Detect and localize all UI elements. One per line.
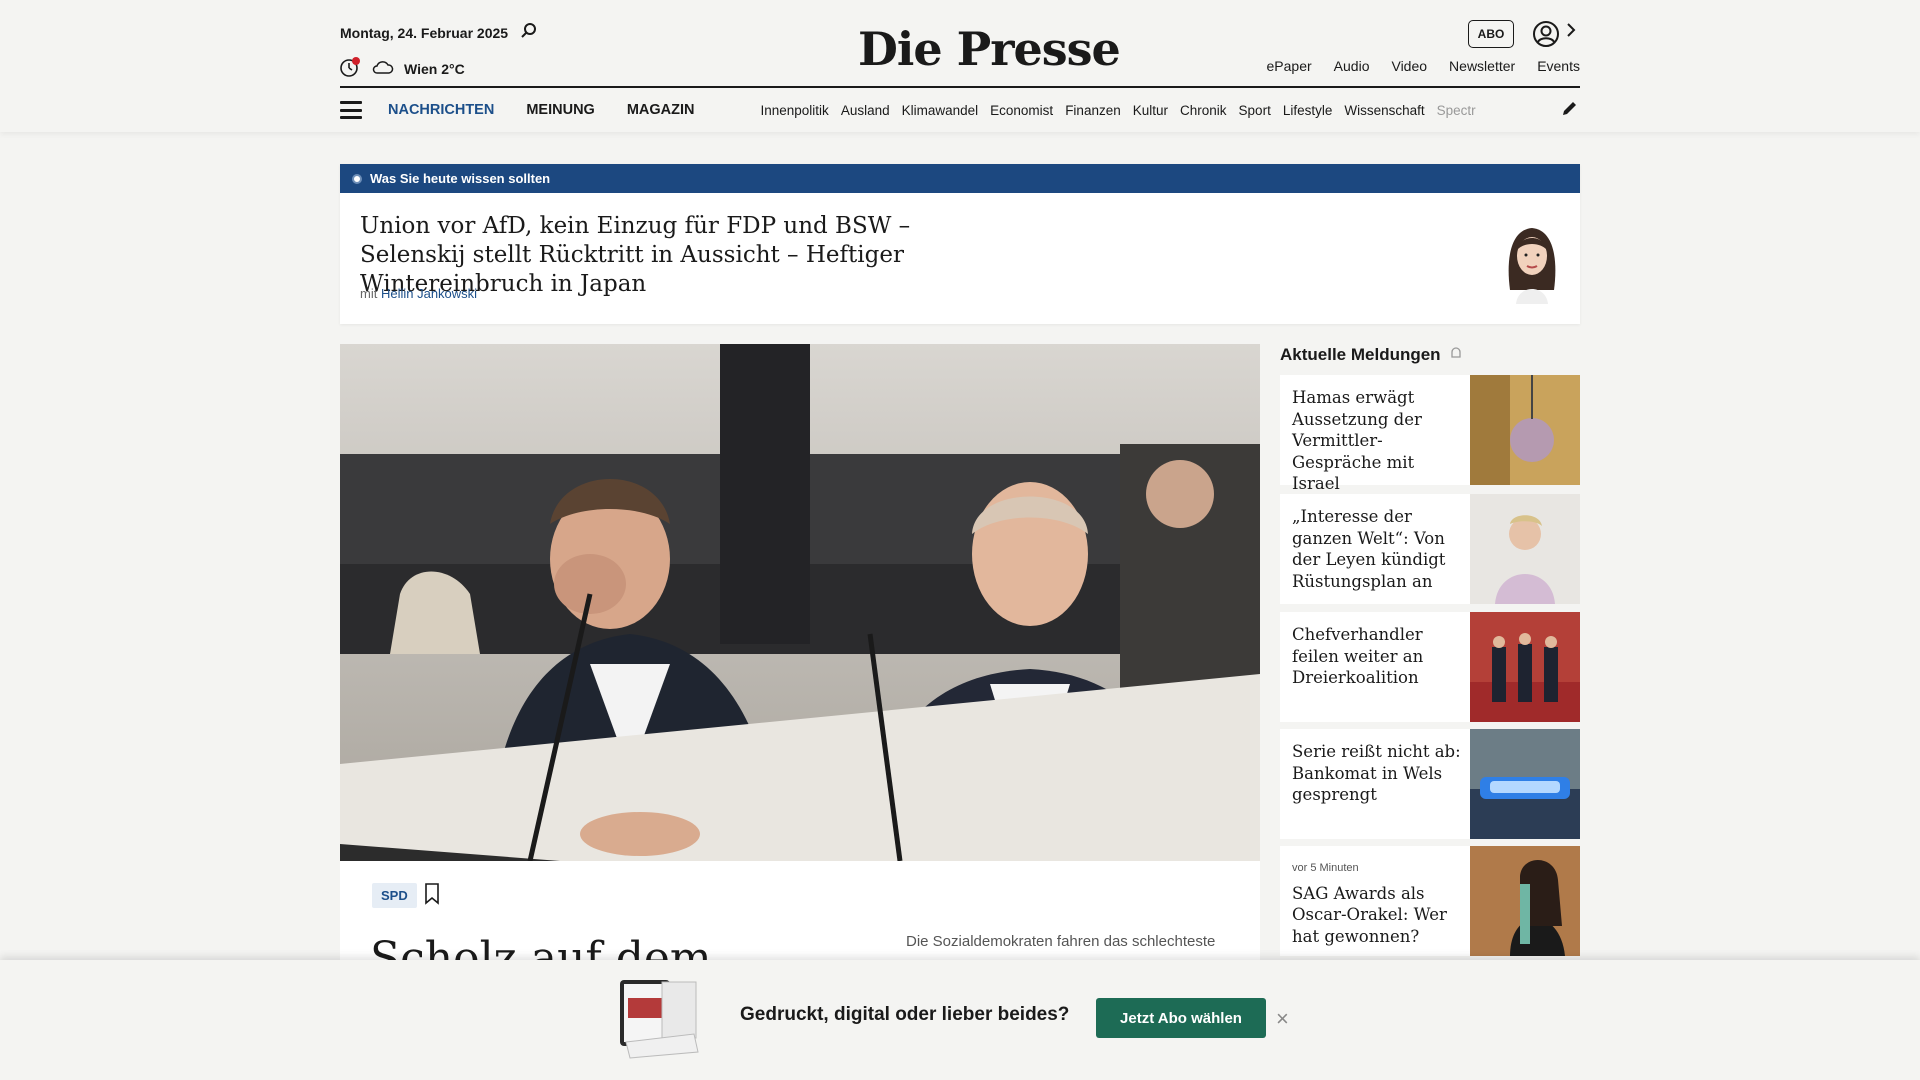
nav-sub-spectrum[interactable]: Spectr bbox=[1437, 103, 1476, 118]
lead-story-photo[interactable] bbox=[340, 344, 1260, 861]
news-item-title[interactable]: „Interesse der ganzen Welt“: Von der Ley… bbox=[1292, 506, 1462, 592]
story-tag-badge[interactable]: SPD bbox=[372, 883, 417, 908]
news-item-timestamp: vor 5 Minuten bbox=[1292, 862, 1359, 874]
newspaper-tablet-image bbox=[618, 976, 702, 1065]
subscription-banner: Gedruckt, digital oder lieber beides? Je… bbox=[0, 960, 1920, 1080]
briefing-author-prefix: mit bbox=[360, 286, 378, 301]
hamburger-menu-icon[interactable] bbox=[340, 101, 362, 119]
search-icon[interactable] bbox=[520, 22, 538, 43]
subscription-banner-text: Gedruckt, digital oder lieber beides? bbox=[740, 1004, 1070, 1025]
author-portrait-illustration bbox=[1500, 220, 1564, 309]
news-thumbnail[interactable] bbox=[1470, 846, 1580, 956]
weather-row: Wien 2°C bbox=[340, 56, 465, 81]
sidebar-title[interactable]: Aktuelle Meldungen bbox=[1280, 345, 1441, 365]
pencil-icon[interactable] bbox=[1560, 98, 1580, 123]
news-list-item[interactable]: Chefverhandler feilen weiter an Dreierko… bbox=[1280, 612, 1580, 722]
nav-sub-chronik[interactable]: Chronik bbox=[1180, 103, 1227, 118]
nav-sub-innenpolitik[interactable]: Innenpolitik bbox=[761, 103, 829, 118]
util-link-epaper[interactable]: ePaper bbox=[1267, 58, 1312, 74]
news-thumbnail[interactable] bbox=[1470, 494, 1580, 604]
news-list-item[interactable]: Hamas erwägt Aussetzung der Vermittler-G… bbox=[1280, 375, 1580, 493]
current-date: Montag, 24. Februar 2025 bbox=[340, 24, 509, 41]
util-link-audio[interactable]: Audio bbox=[1334, 58, 1370, 74]
lead-story-card[interactable]: SPD Die Sozialdemokraten fahren das schl… bbox=[340, 861, 1260, 984]
main-navigation: NACHRICHTEN MEINUNG MAGAZIN Innenpolitik… bbox=[340, 98, 1580, 122]
daily-briefing-card[interactable]: Was Sie heute wissen sollten Union vor A… bbox=[340, 164, 1580, 324]
cloud-icon bbox=[372, 60, 394, 77]
nav-sub-economist[interactable]: Economist bbox=[990, 103, 1053, 118]
news-item-title[interactable]: Hamas erwägt Aussetzung der Vermittler-G… bbox=[1292, 387, 1462, 495]
nav-sub-sections: Innenpolitik Ausland Klimawandel Economi… bbox=[761, 103, 1476, 118]
news-item-title[interactable]: Chefverhandler feilen weiter an Dreierko… bbox=[1292, 624, 1462, 689]
date-row: Montag, 24. Februar 2025 bbox=[340, 22, 538, 43]
news-list-item[interactable]: vor 5 Minuten SAG Awards als Oscar-Orake… bbox=[1280, 846, 1580, 956]
nav-sub-sport[interactable]: Sport bbox=[1239, 103, 1271, 118]
news-item-title[interactable]: Serie reißt nicht ab: Bankomat in Wels g… bbox=[1292, 741, 1462, 806]
news-list-item[interactable]: „Interesse der ganzen Welt“: Von der Ley… bbox=[1280, 494, 1580, 604]
nav-sub-lifestyle[interactable]: Lifestyle bbox=[1283, 103, 1333, 118]
close-icon[interactable]: × bbox=[1276, 1006, 1289, 1032]
header-divider bbox=[340, 86, 1580, 88]
util-link-newsletter[interactable]: Newsletter bbox=[1449, 58, 1515, 74]
nav-sub-wissenschaft[interactable]: Wissenschaft bbox=[1344, 103, 1424, 118]
chevron-right-icon[interactable] bbox=[1566, 22, 1576, 43]
weather-label[interactable]: Wien 2°C bbox=[404, 61, 465, 77]
nav-main-sections: NACHRICHTEN MEINUNG MAGAZIN bbox=[388, 102, 695, 118]
news-item-text[interactable]: vor 5 Minuten SAG Awards als Oscar-Orake… bbox=[1292, 858, 1462, 947]
news-item-title[interactable]: SAG Awards als Oscar-Orakel: Wer hat gew… bbox=[1292, 884, 1447, 946]
user-account-icon[interactable] bbox=[1532, 20, 1560, 53]
utility-links: ePaper Audio Video Newsletter Events bbox=[1267, 58, 1580, 74]
bell-icon[interactable] bbox=[1449, 345, 1463, 365]
story-teaser: Die Sozialdemokraten fahren das schlecht… bbox=[906, 933, 1216, 950]
nav-item-meinung[interactable]: MEINUNG bbox=[526, 102, 594, 118]
nav-item-nachrichten[interactable]: NACHRICHTEN bbox=[388, 102, 494, 118]
briefing-author: mit Hellin Jankowski bbox=[360, 286, 477, 301]
site-logo[interactable]: Die Presse bbox=[858, 22, 1121, 76]
subscribe-button[interactable]: Jetzt Abo wählen bbox=[1096, 998, 1266, 1038]
briefing-author-name[interactable]: Hellin Jankowski bbox=[381, 286, 477, 301]
live-dot-icon bbox=[352, 173, 362, 184]
nav-sub-finanzen[interactable]: Finanzen bbox=[1065, 103, 1121, 118]
nav-sub-klimawandel[interactable]: Klimawandel bbox=[902, 103, 979, 118]
briefing-bar-label: Was Sie heute wissen sollten bbox=[370, 171, 551, 186]
util-link-video[interactable]: Video bbox=[1391, 58, 1427, 74]
notification-clock-icon[interactable] bbox=[340, 56, 362, 81]
news-thumbnail[interactable] bbox=[1470, 612, 1580, 722]
news-thumbnail[interactable] bbox=[1470, 729, 1580, 839]
news-list-item[interactable]: Serie reißt nicht ab: Bankomat in Wels g… bbox=[1280, 729, 1580, 839]
abo-button[interactable]: ABO bbox=[1468, 20, 1514, 48]
sidebar-heading: Aktuelle Meldungen bbox=[1280, 345, 1463, 365]
bookmark-icon[interactable] bbox=[424, 883, 440, 910]
nav-item-magazin[interactable]: MAGAZIN bbox=[627, 102, 695, 118]
util-link-events[interactable]: Events bbox=[1537, 58, 1580, 74]
briefing-header-bar: Was Sie heute wissen sollten bbox=[340, 164, 1580, 193]
news-thumbnail[interactable] bbox=[1470, 375, 1580, 485]
nav-sub-ausland[interactable]: Ausland bbox=[841, 103, 890, 118]
nav-sub-kultur[interactable]: Kultur bbox=[1133, 103, 1168, 118]
